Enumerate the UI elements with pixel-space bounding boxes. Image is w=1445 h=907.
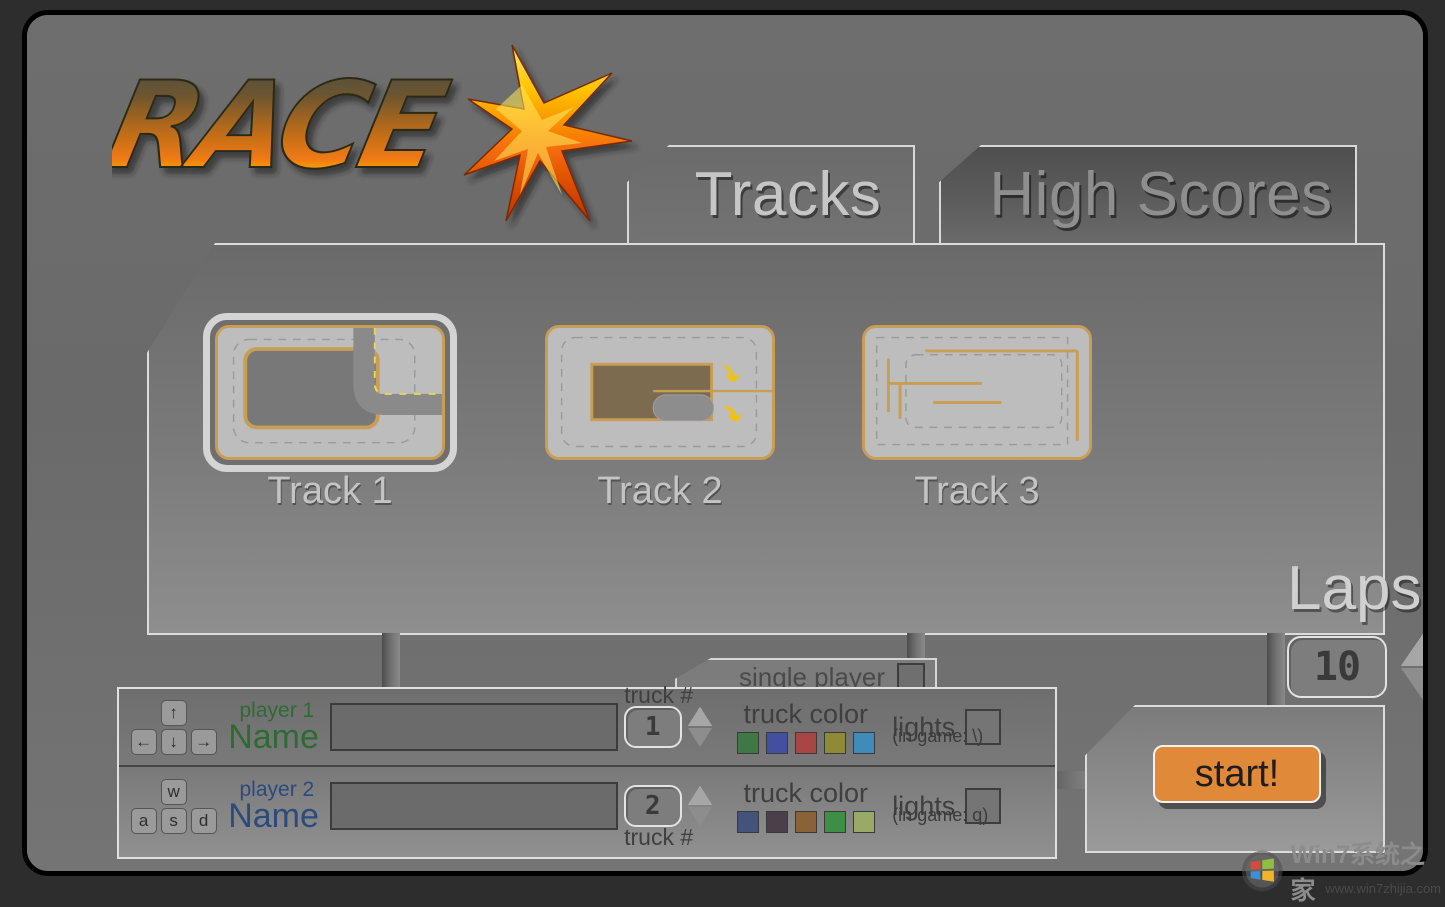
player-2-truck-number-display[interactable]: 2 [623, 785, 682, 827]
watermark-text: Win7系统之家 [1290, 841, 1426, 905]
player-1-name-label: player 1 Name [228, 700, 319, 757]
arrow-down-key-icon: ↓ [160, 728, 187, 755]
laps-value: 10 [1313, 644, 1361, 690]
track-option-1[interactable]: Track 1 [203, 313, 457, 513]
app-root: RACE Tracks High Scores Track 1 Track 2 … [0, 0, 1445, 905]
player-2-truck-increment-icon[interactable] [687, 786, 712, 805]
track-2-label: Track 2 [597, 470, 723, 512]
w-key-icon: w [160, 778, 187, 805]
player-1-truck-increment-icon[interactable] [687, 707, 712, 726]
tab-high-scores-label: High Scores [989, 159, 1333, 229]
track-1-label: Track 1 [267, 470, 393, 512]
svg-text:RACE: RACE [112, 55, 458, 195]
player-2-color-swatch-3[interactable] [794, 811, 817, 834]
laps-increment-icon[interactable] [1401, 634, 1423, 666]
player-2-main-label: Name [228, 797, 319, 836]
arrow-left-key-icon: ← [130, 728, 157, 755]
laps-title: Laps [1287, 554, 1422, 623]
player-2-name-label: player 2 Name [228, 779, 319, 836]
strut-left [382, 633, 400, 689]
laps-decrement-icon[interactable] [1401, 668, 1423, 700]
watermark: Win7系统之家 www.win7zhijia.com [1240, 841, 1445, 905]
player-2-lights: lights (in game: q) [886, 788, 1055, 825]
player-row-2: w a s d player 2 Name truck # 2 truck co… [119, 767, 1055, 850]
track-2-thumbnail [545, 325, 775, 460]
start-panel: start! [1085, 705, 1385, 853]
player-1-keys: ↑ ← ↓ → [119, 699, 228, 755]
player-2-truck-color: truck color [717, 777, 886, 834]
track-option-2[interactable]: Track 2 [545, 325, 775, 513]
player-1-color-swatch-3[interactable] [794, 732, 817, 755]
player-2-truck-color-label: truck color [743, 777, 869, 808]
player-1-truck-number-label: truck # [624, 682, 694, 708]
player-2-truck-number: truck # 2 [618, 785, 717, 850]
watermark-url: www.win7zhijia.com [1325, 881, 1441, 896]
players-panel: ↑ ← ↓ → player 1 Name truck # 1 truck co… [117, 682, 1057, 859]
player-1-truck-number-display[interactable]: 1 [623, 706, 682, 748]
arrow-right-key-icon: → [190, 728, 217, 755]
player-1-color-swatch-1[interactable] [736, 732, 759, 755]
player-1-truck-decrement-icon[interactable] [687, 728, 712, 747]
player-1-truck-spinner[interactable] [687, 707, 712, 747]
tab-tracks-label: Tracks [694, 159, 882, 229]
player-2-truck-spinner[interactable] [687, 786, 712, 826]
player-2-color-swatch-2[interactable] [765, 811, 788, 834]
player-1-swatches [725, 732, 886, 755]
track-option-3[interactable]: Track 3 [862, 325, 1092, 513]
tab-high-scores[interactable]: High Scores [939, 145, 1357, 243]
player-2-name-input[interactable] [330, 782, 619, 830]
player-2-color-swatch-5[interactable] [852, 811, 875, 834]
tab-tracks[interactable]: Tracks [627, 145, 915, 243]
player-1-lights-hint: (in game: \) [892, 726, 984, 746]
player-1-truck-number-value: 1 [644, 712, 661, 742]
player-2-keys: w a s d [119, 778, 228, 834]
windows-flag-icon [1241, 850, 1283, 892]
a-key-icon: a [130, 807, 157, 834]
player-1-main-label: Name [228, 718, 319, 757]
player-2-swatches [725, 811, 886, 834]
arrow-up-key-icon: ↑ [160, 699, 187, 726]
track-1-thumbnail [215, 325, 445, 460]
player-2-truck-number-label: truck # [624, 824, 694, 850]
laps-control-row: 10 [1287, 634, 1423, 700]
player-row-1: ↑ ← ↓ → player 1 Name truck # 1 truck co… [119, 682, 1055, 767]
player-1-truck-number: truck # 1 [618, 682, 717, 748]
player-1-color-swatch-4[interactable] [823, 732, 846, 755]
game-window-frame: RACE Tracks High Scores Track 1 Track 2 … [22, 10, 1428, 876]
player-1-truck-color: truck color [717, 698, 886, 755]
s-key-icon: s [160, 807, 187, 834]
player-2-color-swatch-1[interactable] [736, 811, 759, 834]
arrow-keypad: ↑ ← ↓ → [130, 699, 217, 755]
player-1-truck-color-label: truck color [743, 698, 869, 729]
player-2-truck-number-value: 2 [644, 791, 661, 821]
track-3-thumbnail [862, 325, 1092, 460]
player-1-name-input[interactable] [330, 703, 619, 751]
player-1-color-swatch-2[interactable] [765, 732, 788, 755]
track-3-label: Track 3 [914, 470, 1040, 512]
player-2-lights-hint: (in game: q) [892, 805, 989, 825]
laps-value-display[interactable]: 10 [1287, 636, 1387, 698]
wasd-keypad: w a s d [130, 778, 217, 834]
race-x-logo: RACE [112, 25, 652, 240]
d-key-icon: d [190, 807, 217, 834]
start-button[interactable]: start! [1153, 745, 1321, 803]
player-1-color-swatch-5[interactable] [852, 732, 875, 755]
laps-spinner[interactable] [1401, 634, 1423, 700]
player-2-color-swatch-4[interactable] [823, 811, 846, 834]
tracks-panel: Track 1 Track 2 Track 3 Laps 10 [147, 243, 1423, 700]
laps-group: Laps 10 [1287, 554, 1423, 700]
game-window-surface: RACE Tracks High Scores Track 1 Track 2 … [27, 15, 1423, 871]
player-1-lights: lights (in game: \) [886, 709, 1055, 746]
